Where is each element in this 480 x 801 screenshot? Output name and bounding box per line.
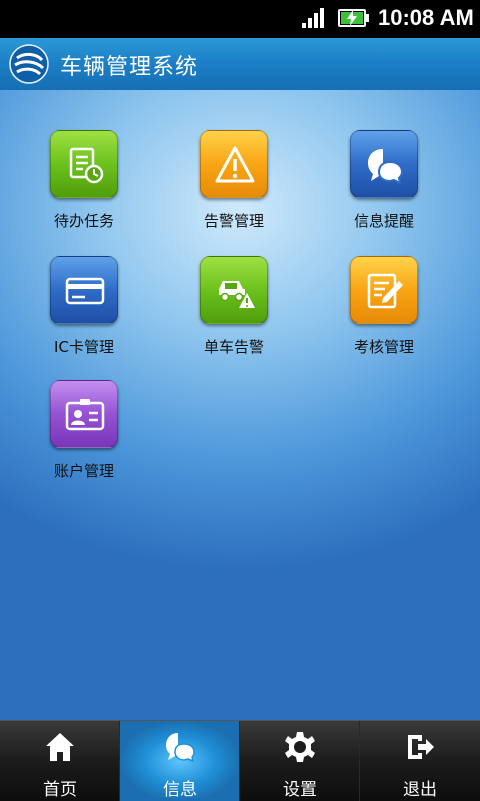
tab-settings[interactable]: 设置: [240, 721, 360, 801]
tab-label: 退出: [403, 780, 437, 800]
tab-label: 设置: [283, 780, 317, 800]
tile-label: 待办任务: [53, 212, 114, 230]
card-icon: [50, 256, 118, 324]
tile-label: 信息提醒: [353, 212, 414, 230]
car-warning-icon: [200, 256, 268, 324]
logout-icon: [404, 731, 436, 763]
tile-label: 告警管理: [203, 212, 264, 230]
home-icon: [44, 731, 76, 763]
tile-message-reminder[interactable]: 信息提醒: [314, 130, 454, 250]
tab-logout[interactable]: 退出: [360, 721, 480, 801]
tile-account-management[interactable]: 账户管理: [14, 380, 154, 500]
status-bar: 10:08 AM: [0, 0, 480, 38]
gear-icon: [284, 731, 316, 763]
edit-document-icon: [350, 256, 418, 324]
tile-label: 考核管理: [353, 338, 414, 356]
tile-vehicle-alarm[interactable]: 单车告警: [164, 256, 304, 376]
tile-label: 账户管理: [53, 462, 114, 480]
main-grid: 待办任务 告警管理 信息提醒 IC卡管理 单车告警 考核管理 账户管理: [0, 90, 480, 720]
bottom-tab-bar: 首页 信息 设置 退出: [0, 720, 480, 801]
app-header: 车辆管理系统: [0, 38, 480, 91]
chat-bubble-icon: [350, 130, 418, 198]
tile-label: IC卡管理: [54, 338, 114, 356]
tab-home[interactable]: 首页: [0, 721, 120, 801]
tile-label: 单车告警: [203, 338, 264, 356]
china-mobile-logo-icon: [9, 44, 49, 84]
tile-assessment-management[interactable]: 考核管理: [314, 256, 454, 376]
warning-icon: [200, 130, 268, 198]
tile-alarm-management[interactable]: 告警管理: [164, 130, 304, 250]
tab-info[interactable]: 信息: [120, 721, 240, 801]
tile-todo-tasks[interactable]: 待办任务: [14, 130, 154, 250]
id-card-icon: [50, 380, 118, 448]
battery-charging-icon: [338, 9, 370, 27]
chat-bubble-icon: [164, 731, 196, 763]
tab-label: 首页: [43, 780, 77, 800]
tab-label: 信息: [163, 780, 197, 800]
tile-ic-card-management[interactable]: IC卡管理: [14, 256, 154, 376]
task-list-icon: [50, 130, 118, 198]
signal-icon: [302, 8, 326, 28]
page-title: 车辆管理系统: [60, 55, 199, 80]
status-clock: 10:08 AM: [378, 5, 474, 30]
